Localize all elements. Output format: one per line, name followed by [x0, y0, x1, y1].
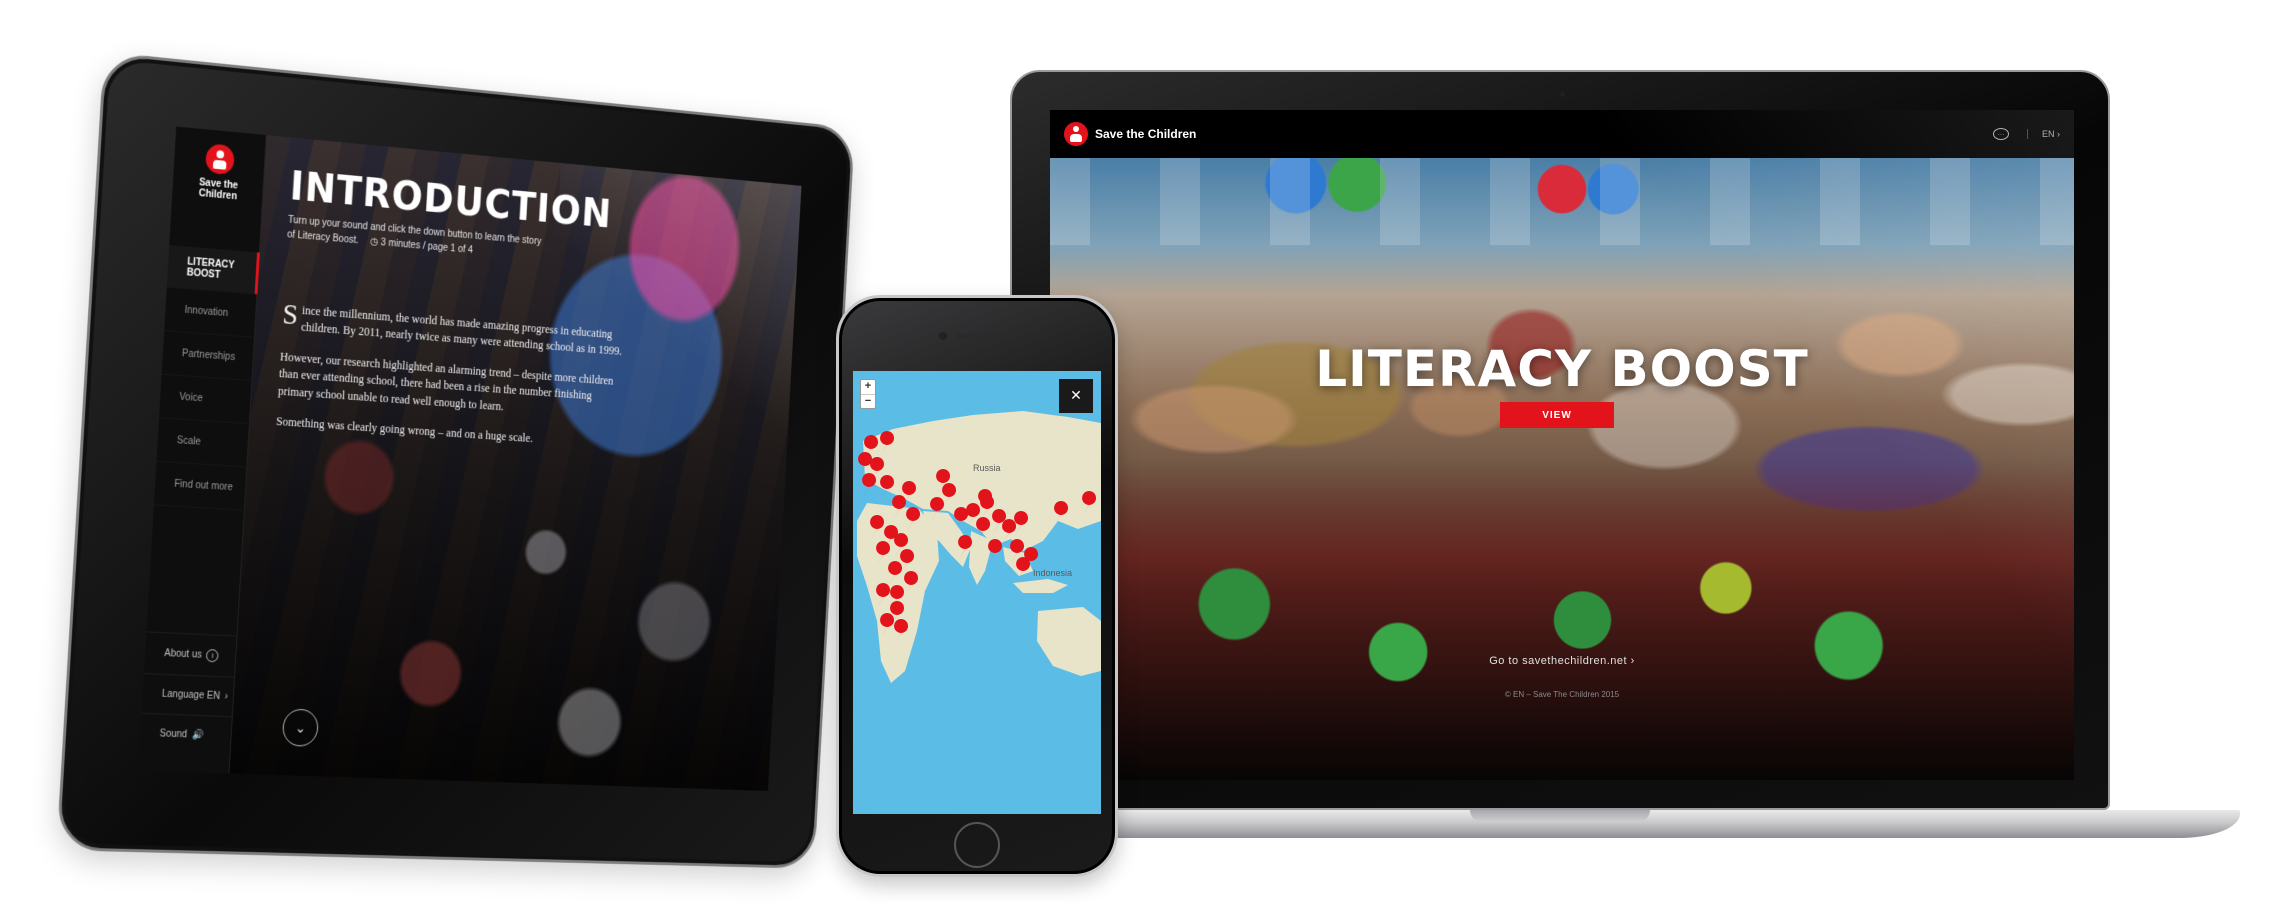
about-us-label: About us: [164, 648, 203, 661]
laptop-base-notch: [1470, 810, 1650, 822]
save-the-children-logo-icon[interactable]: [1064, 122, 1088, 146]
drop-cap: S: [281, 297, 299, 332]
tablet-sidebar-footer: About us i Language EN › Sound 🔊: [139, 631, 238, 756]
info-icon: i: [206, 649, 220, 663]
paragraph-text: ince the millennium, the world has made …: [300, 303, 623, 359]
chevron-right-icon: ›: [224, 691, 229, 703]
phone-device: Russia Indonesia + − ✕: [836, 295, 1118, 877]
zoom-out-button[interactable]: −: [861, 394, 875, 408]
language-selector[interactable]: Language EN ›: [141, 673, 236, 717]
front-camera-icon: [939, 332, 947, 340]
tablet-logo[interactable]: Save the Children: [182, 141, 257, 204]
intro-body: S ince the millennium, the world has mad…: [276, 297, 626, 453]
body-paragraph: However, our research highlighted an ala…: [277, 349, 614, 413]
close-button[interactable]: ✕: [1059, 379, 1093, 413]
nav-item-innovation[interactable]: Innovation: [164, 287, 258, 338]
intro-story: Literacy Boost.: [297, 229, 359, 246]
map-label-russia: Russia: [973, 463, 1001, 473]
tablet-device: Save the Children LITERACY BOOST Innovat…: [56, 51, 856, 869]
save-the-children-logo-icon: [204, 143, 235, 176]
sound-toggle[interactable]: Sound 🔊: [139, 712, 233, 756]
laptop-lid: Save the Children … EN › LITERACY BOOST …: [1010, 70, 2110, 810]
map-label-indonesia: Indonesia: [1033, 568, 1072, 578]
speaker-icon: 🔊: [191, 729, 204, 741]
map-zoom-control: + −: [860, 379, 876, 409]
screen-glare: [1554, 110, 2074, 780]
tablet-intro-content: INTRODUCTION Turn up your sound and clic…: [275, 164, 633, 466]
clock-icon: ◷: [369, 236, 379, 248]
phone-speaker: [957, 334, 1001, 339]
tablet-brand-name: Save the Children: [198, 177, 239, 203]
home-button[interactable]: [954, 822, 1000, 868]
language-label: Language EN: [161, 688, 221, 702]
world-map[interactable]: Russia Indonesia: [853, 371, 1101, 814]
zoom-in-button[interactable]: +: [861, 380, 875, 394]
nav-item-scale[interactable]: Scale: [156, 418, 250, 468]
about-us-link[interactable]: About us i: [144, 631, 238, 677]
tablet-screen: Save the Children LITERACY BOOST Innovat…: [138, 126, 802, 791]
laptop-device: Save the Children … EN › LITERACY BOOST …: [960, 70, 2240, 860]
nav-item-literacy-boost[interactable]: LITERACY BOOST: [166, 245, 260, 295]
nav-item-voice[interactable]: Voice: [159, 374, 253, 425]
nav-item-find-out-more[interactable]: Find out more: [153, 461, 248, 511]
phone-screen: Russia Indonesia + − ✕: [853, 371, 1101, 814]
nav-item-partnerships[interactable]: Partnerships: [161, 331, 255, 382]
laptop-brand-name[interactable]: Save the Children: [1095, 127, 1196, 141]
tablet-chapter-nav: LITERACY BOOST Innovation Partnerships V…: [153, 245, 260, 511]
webcam-icon: [1560, 92, 1565, 97]
laptop-screen: Save the Children … EN › LITERACY BOOST …: [1050, 110, 2074, 780]
sound-label: Sound: [159, 728, 188, 741]
